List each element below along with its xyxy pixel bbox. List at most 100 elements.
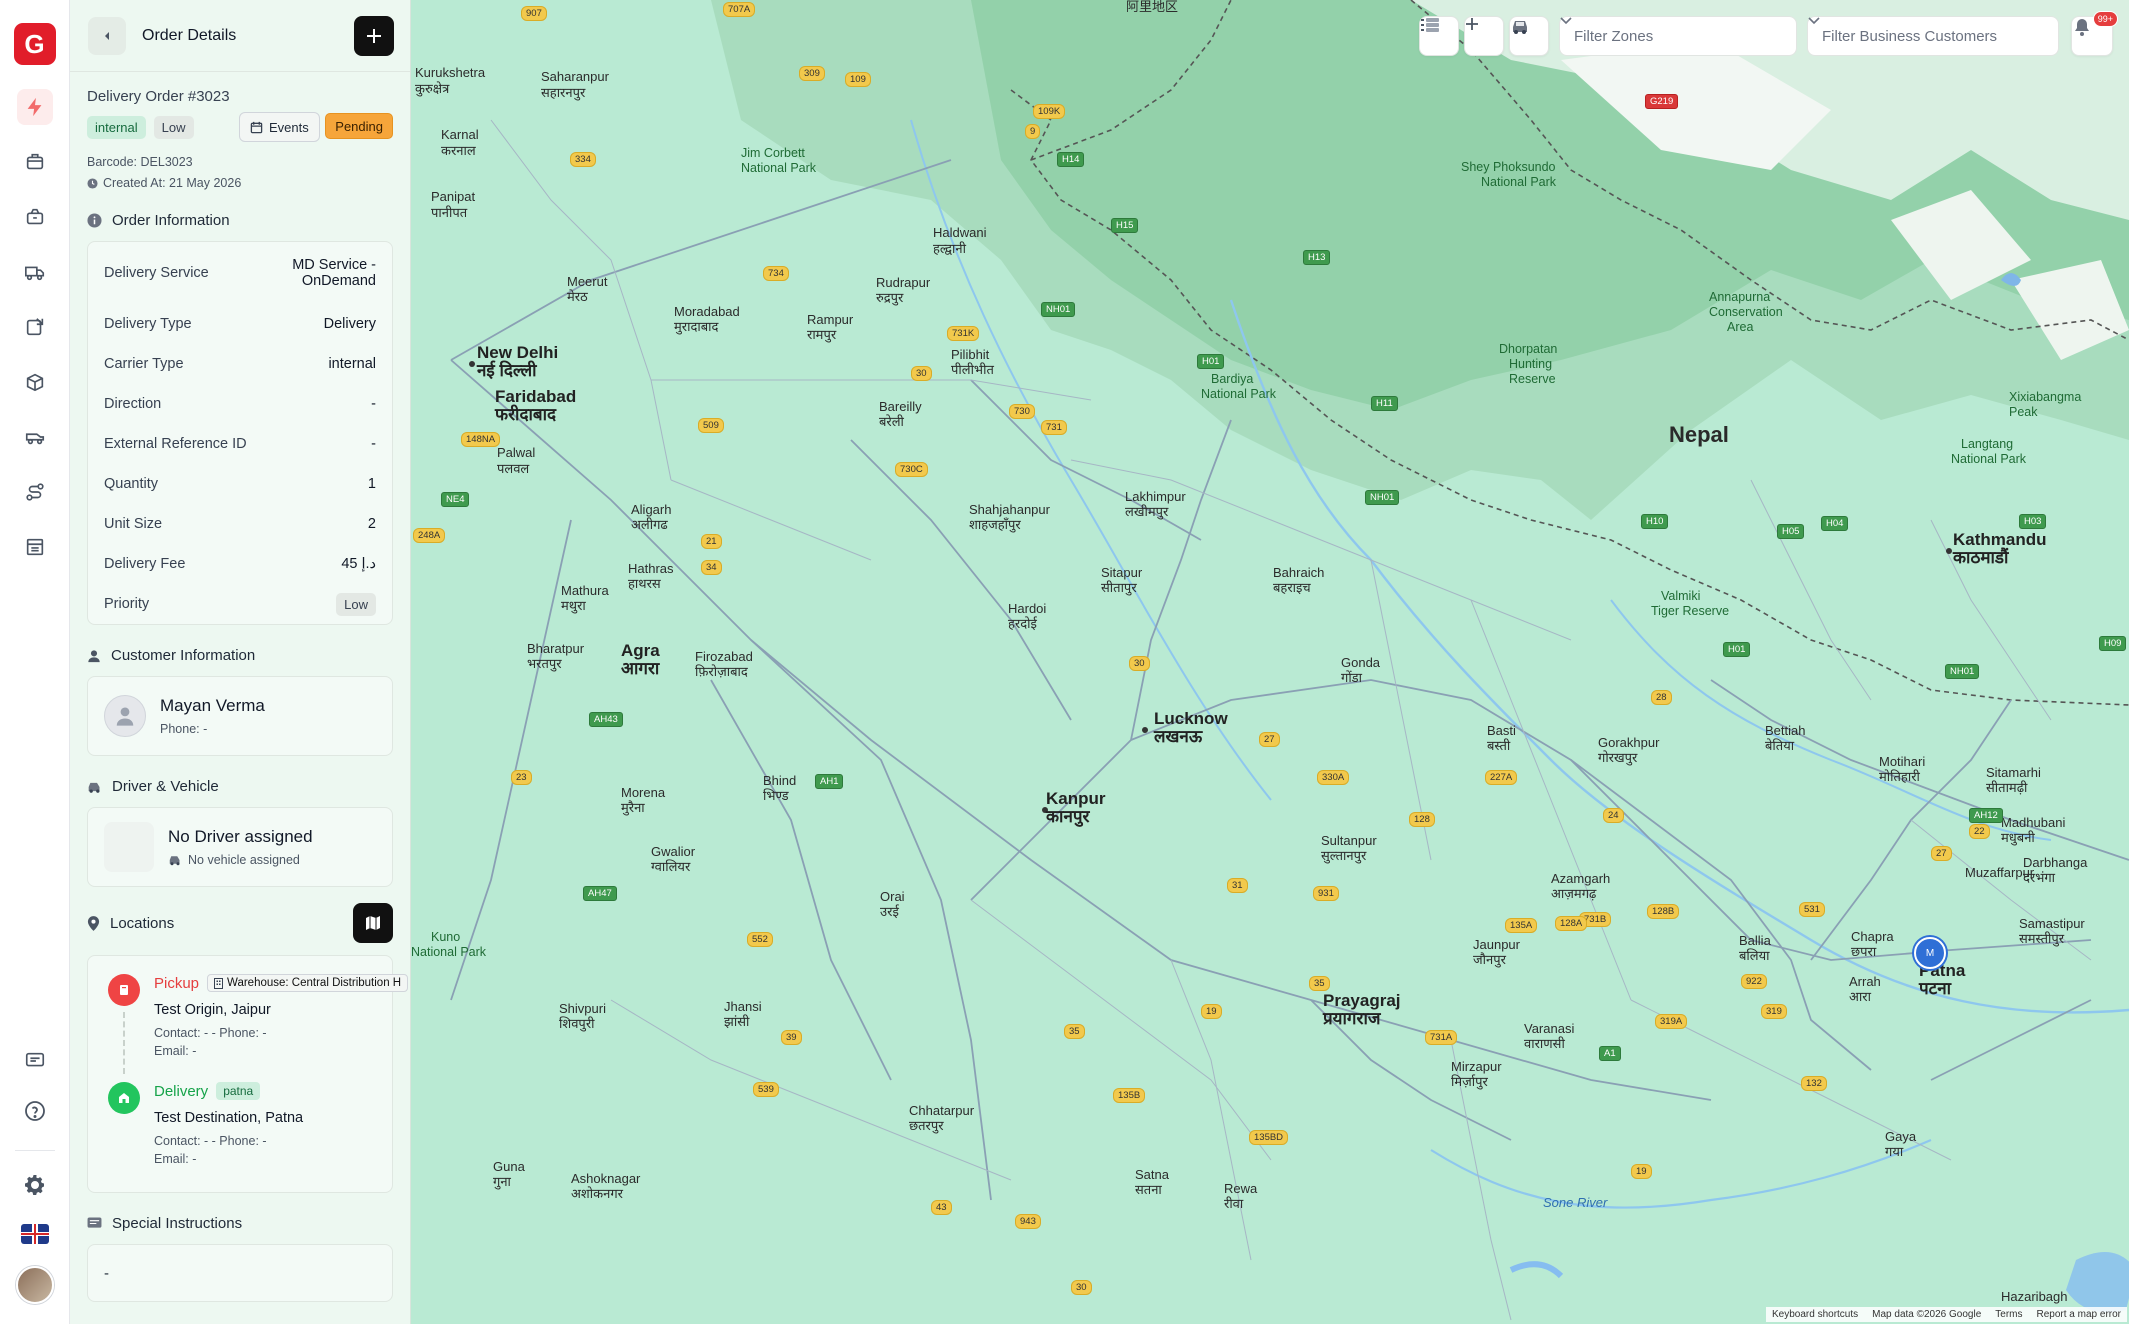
route-icon[interactable] [17,474,53,510]
map-label-mirzapur-hi: मिर्ज़ापुर [1451,1074,1488,1089]
delivery-stop[interactable]: Delivery patna Test Destination, Patna C… [108,1082,392,1178]
map-label-patna-hi: पटना [1919,979,1952,998]
map-label-bardiya-2: National Park [1201,387,1277,401]
vehicle-filter-button[interactable] [1509,16,1549,56]
warehouse-icon[interactable] [17,529,53,565]
help-icon[interactable] [23,1099,47,1128]
map-data-text: Map data ©2026 Google [1872,1309,1982,1320]
delivery-truck-icon[interactable] [17,254,53,290]
info-label: External Reference ID [104,436,247,452]
map-label-chhatarpur-hi: छतरपुर [909,1118,944,1133]
chat-icon[interactable] [24,1050,46,1077]
info-value: Delivery [323,316,376,332]
order-number: Delivery Order #3023 [87,88,230,105]
driver-avatar [104,822,154,872]
map-label-pilibhit: Pilibhit [951,347,990,362]
city-dot [1946,548,1952,554]
app-logo[interactable]: G [13,23,56,65]
filter-zones-label: Filter Zones [1574,27,1654,45]
settings-icon[interactable] [23,1173,47,1202]
map-label-panipat-hi: पानीपत [431,205,468,220]
map-canvas [450,0,2129,1321]
report-error-link[interactable]: Report a map error [2037,1309,2121,1320]
created-at-text: Created At: 21 May 2026 [103,176,242,190]
lightning-icon[interactable] [16,89,53,125]
map-label-kathmandu: Kathmandu [1953,530,2047,549]
info-value: - [371,436,376,452]
info-row-delivery-service: Delivery Service MD Service - OnDemand [88,242,392,304]
uk-flag-icon[interactable] [20,1224,49,1244]
route-shield: 128A [1555,916,1588,931]
delivery-email: Email: - [154,1152,197,1166]
chevron-down-icon [1560,17,1572,25]
map-pin-icon [87,915,100,931]
keyboard-shortcuts-link[interactable]: Keyboard shortcuts [1772,1309,1858,1320]
events-button[interactable]: Events [239,112,320,142]
driver-card[interactable]: No Driver assigned No vehicle assigned [87,807,393,887]
notifications-button[interactable]: 99+ [2071,11,2118,56]
map-label-sultanpur: Sultanpur [1321,833,1377,848]
fleet-icon[interactable] [17,419,53,455]
route-shield: 309 [799,66,825,81]
route-shield: 30 [1129,656,1150,671]
filter-zones-select[interactable]: Filter Zones [1559,16,1797,56]
filter-customers-select[interactable]: Filter Business Customers [1807,16,2059,56]
add-order-button[interactable] [354,16,394,56]
map-label-annapurna: Annapurna [1709,290,1771,304]
map-label-shivpuri: Shivpuri [559,1001,606,1016]
map-label-chapra: Chapra [1851,929,1894,944]
route-shield: 128 [1409,812,1435,827]
route-shield: H05 [1777,524,1805,539]
map-label-faridabad: Faridabad [495,387,577,406]
user-icon [88,649,100,662]
route-shield: 731A [1425,1030,1458,1045]
map-label-xixiabangma: Xixiabangma [2009,390,2082,404]
map-label-orai: Orai [880,889,905,904]
map-label-varanasi: Varanasi [1524,1021,1575,1036]
route-shield: A1 [1599,1046,1621,1061]
route-shield: 135B [1113,1088,1146,1103]
route-shield: 731K [947,326,980,341]
add-button[interactable] [1464,16,1504,56]
dispatch-icon[interactable] [17,309,53,345]
delivery-box-icon[interactable] [17,144,53,180]
info-label: Delivery Fee [104,556,186,572]
back-button[interactable] [88,16,126,55]
map-label-ballia: Ballia [1739,933,1771,948]
special-title: Special Instructions [112,1215,243,1232]
map-label-prayagraj: Prayagraj [1323,991,1401,1010]
map-label-karnal: Karnal [441,127,479,142]
terms-link[interactable]: Terms [1995,1309,2022,1320]
map-label-hardoi: Hardoi [1008,601,1047,616]
map-label-gorakhpur-hi: गोरखपुर [1598,750,1638,765]
map-label-dhorpatan: Dhorpatan [1499,342,1558,356]
map-view[interactable]: Nepal 阿里地区 New Delhi नई दिल्ली Faridabad… [411,0,2129,1324]
show-on-map-button[interactable] [353,903,393,943]
locations-heading: Locations [87,903,393,943]
route-shield: 734 [763,266,789,281]
package-return-icon[interactable] [17,199,53,235]
pickup-stop[interactable]: Pickup Warehouse: Central Distribution H… [108,974,409,1074]
route-shield: H13 [1303,250,1331,265]
delivery-location-marker[interactable]: M [1914,937,1946,969]
info-row-external-ref: External Reference ID - [88,424,392,464]
customer-card[interactable]: Mayan Verma Phone: - [87,676,393,756]
map-label-saharanpur: Saharanpur [541,69,609,84]
info-row-priority: Priority Low [88,584,392,624]
map-label-karnal-hi: करनाल [441,143,476,158]
route-shield: 330A [1317,770,1350,785]
user-avatar[interactable] [15,1266,54,1304]
order-details-panel: Order Details Delivery Order #3023 inter… [70,0,411,1324]
map-label-lakhimpur: Lakhimpur [1125,489,1186,504]
route-shield: AH1 [815,774,844,789]
map-label-dhorpatan-2: Hunting [1509,357,1553,371]
order-info-heading: Order Information [87,212,393,229]
route-shield: 707A [723,2,756,17]
map-label-haldwani: Haldwani [933,225,987,240]
route-shield: 248A [413,528,446,543]
inventory-boxes-icon[interactable] [17,364,53,400]
map-label-ngari: 阿里地区 [1126,0,1179,14]
list-toggle-button[interactable] [1419,16,1459,56]
map-label-rampur: Rampur [807,312,854,327]
route-shield: H15 [1111,218,1139,233]
